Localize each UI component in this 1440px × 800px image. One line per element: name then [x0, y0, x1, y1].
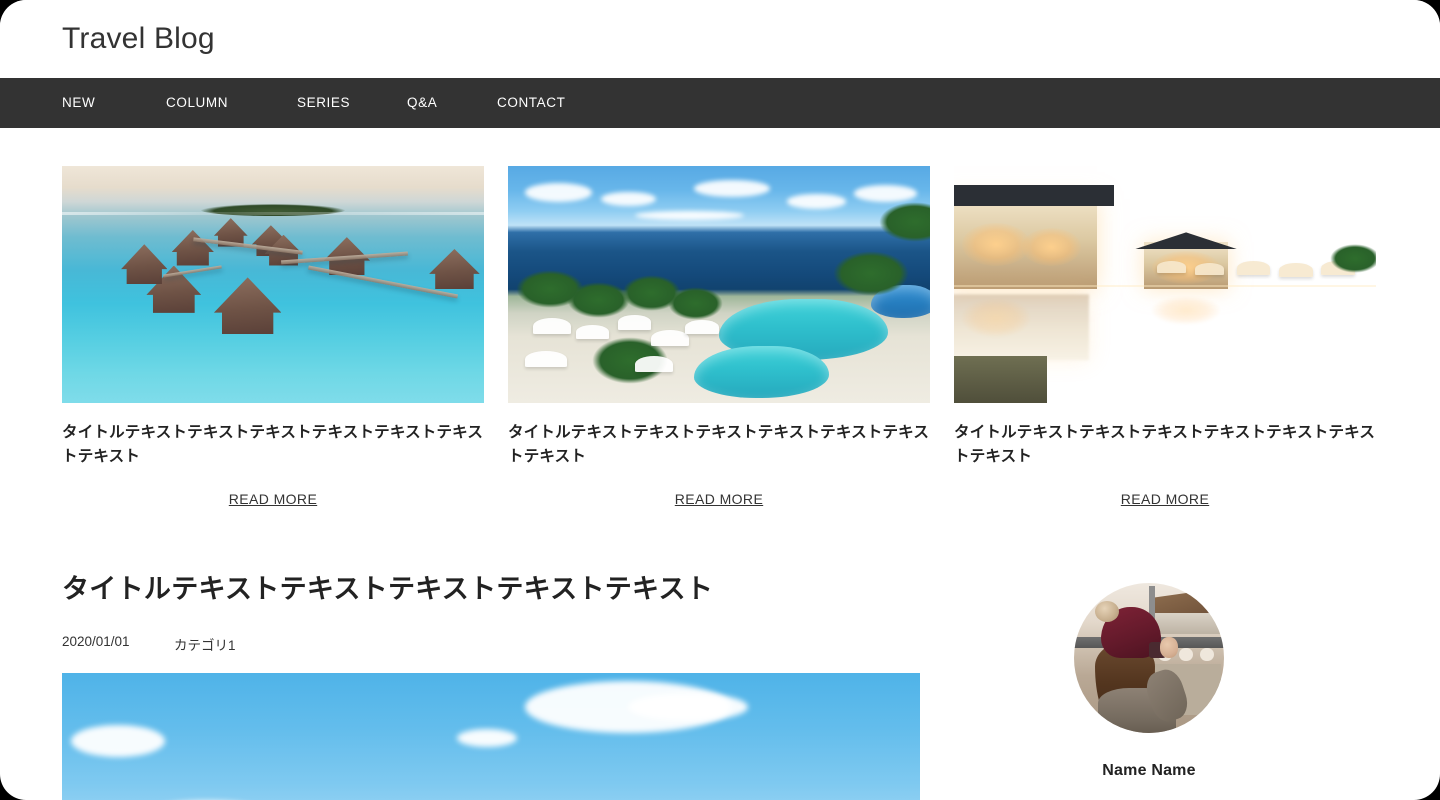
post-thumbnail-twilight-pool[interactable]	[954, 166, 1376, 403]
photo-blue-sky-clouds	[62, 673, 920, 800]
post-card-actions: READ MORE	[508, 491, 930, 509]
photo-clifftop-resort-pool	[508, 166, 930, 403]
post-card-title: タイトルテキストテキストテキストテキストテキストテキストテキスト	[954, 424, 1376, 466]
post-card-title: タイトルテキストテキストテキストテキストテキストテキストテキスト	[508, 424, 930, 466]
post-card-actions: READ MORE	[62, 491, 484, 509]
nav-item-contact[interactable]: CONTACT	[497, 96, 565, 110]
read-more-link[interactable]: READ MORE	[1121, 491, 1209, 507]
post-thumbnail-maldives[interactable]	[62, 166, 484, 403]
nav-item-new[interactable]: NEW	[62, 96, 166, 110]
article-category[interactable]: カテゴリ1	[174, 634, 236, 654]
featured-posts-row: タイトルテキストテキストテキストテキストテキストテキストテキスト READ MO…	[0, 128, 1440, 509]
article-date: 2020/01/01	[62, 634, 130, 650]
photo-twilight-resort	[954, 166, 1376, 403]
article-title: タイトルテキストテキストテキストテキストテキスト	[62, 574, 714, 605]
read-more-link[interactable]: READ MORE	[229, 491, 317, 507]
site-title: Travel Blog	[62, 22, 215, 55]
author-sidebar: Name Name	[920, 571, 1378, 800]
avatar[interactable]	[1074, 583, 1224, 734]
article-meta: 2020/01/01 カテゴリ1	[62, 634, 920, 654]
photo-overwater-bungalows	[62, 166, 484, 403]
post-card[interactable]: タイトルテキストテキストテキストテキストテキストテキストテキスト READ MO…	[62, 166, 484, 509]
nav-item-column[interactable]: COLUMN	[166, 96, 297, 110]
post-card-actions: READ MORE	[954, 491, 1376, 509]
main-navigation[interactable]: NEW COLUMN SERIES Q&A CONTACT	[0, 78, 1440, 128]
read-more-link[interactable]: READ MORE	[675, 491, 763, 507]
site-header: Travel Blog	[0, 0, 1440, 78]
nav-item-series[interactable]: SERIES	[297, 96, 407, 110]
content-and-sidebar: タイトルテキストテキストテキストテキストテキスト 2020/01/01 カテゴリ…	[0, 509, 1440, 800]
post-thumbnail-resort-pool[interactable]	[508, 166, 930, 403]
post-card[interactable]: タイトルテキストテキストテキストテキストテキストテキストテキスト READ MO…	[508, 166, 930, 509]
article-hero-image[interactable]	[62, 673, 920, 800]
browser-viewport: Travel Blog NEW COLUMN SERIES Q&A CONTAC…	[0, 0, 1440, 800]
nav-item-qa[interactable]: Q&A	[407, 96, 497, 110]
post-card[interactable]: タイトルテキストテキストテキストテキストテキストテキストテキスト READ MO…	[954, 166, 1376, 509]
author-name: Name Name	[1102, 762, 1196, 780]
latest-article: タイトルテキストテキストテキストテキストテキスト 2020/01/01 カテゴリ…	[62, 571, 920, 800]
post-card-title: タイトルテキストテキストテキストテキストテキストテキストテキスト	[62, 424, 484, 466]
photo-author-portrait	[1074, 583, 1224, 734]
